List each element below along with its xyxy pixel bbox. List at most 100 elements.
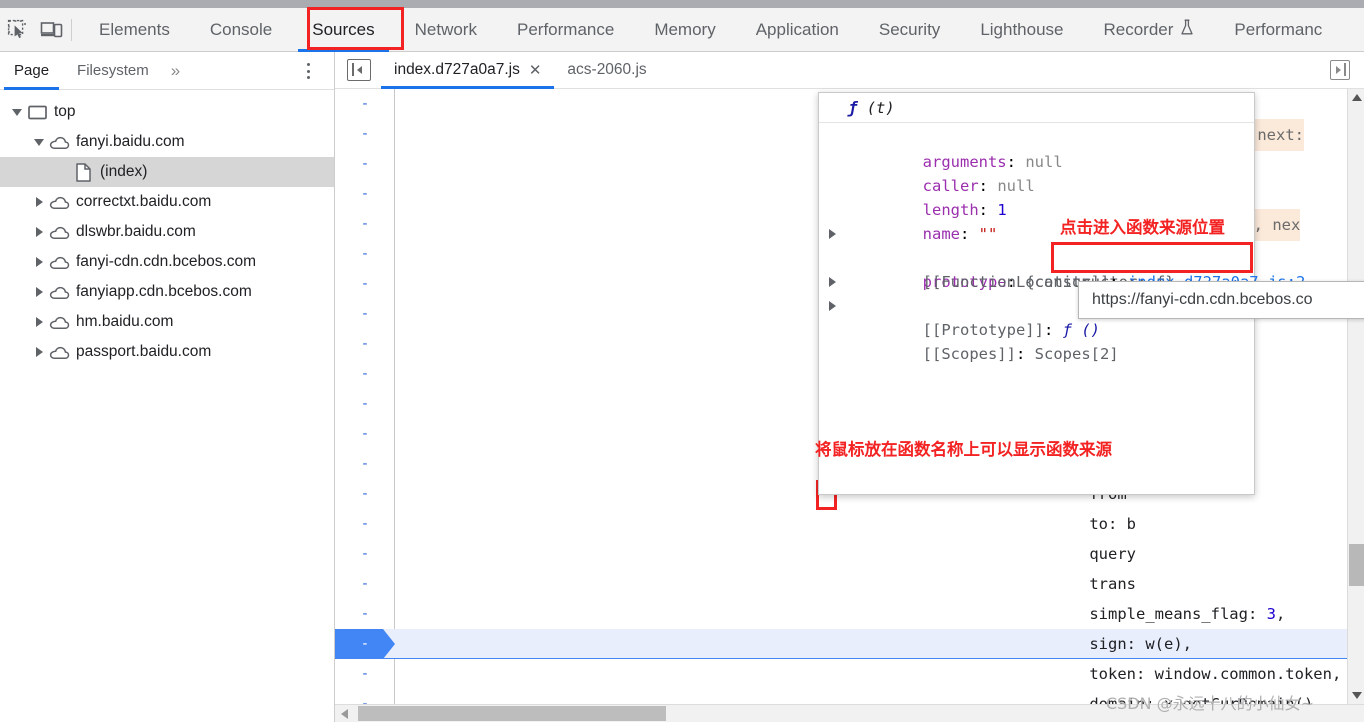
line-marker[interactable]: - (335, 119, 395, 149)
scroll-left-icon[interactable] (335, 705, 353, 722)
code-line[interactable]: - simple_means_flag: 3, (335, 599, 1364, 629)
tree-item-dlswbr-baidu-com[interactable]: dlswbr.baidu.com (0, 217, 334, 247)
inspect-element-icon[interactable] (0, 13, 34, 47)
editor-tab-acs-2060-js[interactable]: acs-2060.js (554, 52, 659, 89)
tab-recorder[interactable]: Recorder (1084, 8, 1215, 52)
line-marker[interactable]: - (335, 479, 395, 509)
code-line-text: to: b (1052, 515, 1136, 533)
tab-performance-insights[interactable]: Performanc (1214, 8, 1342, 52)
tree-item-hm-baidu-com[interactable]: hm.baidu.com (0, 307, 334, 337)
tab-elements[interactable]: Elements (79, 8, 190, 52)
line-marker[interactable]: - (335, 629, 395, 659)
popover-title: ƒ (t) (819, 93, 1254, 123)
tree-item-fanyiapp-cdn-bcebos-com[interactable]: fanyiapp.cdn.bcebos.com (0, 277, 334, 307)
line-marker[interactable]: - (335, 419, 395, 449)
editor-tab-index-js[interactable]: index.d727a0a7.js ✕ (381, 52, 555, 89)
scroll-up-icon[interactable] (1348, 89, 1364, 106)
property-caller[interactable]: caller: null (819, 150, 1254, 195)
tab-application[interactable]: Application (736, 8, 859, 52)
code-line-text: simple_means_flag: 3, (1052, 605, 1286, 623)
cloud-icon (48, 195, 70, 210)
tab-performance-label: Performance (516, 19, 615, 39)
line-marker[interactable]: - (335, 209, 395, 239)
chevron-right-icon[interactable] (829, 229, 836, 239)
line-marker[interactable]: - (335, 299, 395, 329)
show-debugger-sidebar-icon[interactable] (1330, 60, 1350, 80)
chevron-right-icon[interactable] (829, 301, 836, 311)
line-marker[interactable]: - (335, 89, 395, 119)
scroll-down-icon[interactable] (1348, 687, 1364, 704)
tab-console-label: Console (209, 19, 273, 39)
show-navigator-icon[interactable] (347, 59, 371, 81)
code-line[interactable]: - trans (335, 569, 1364, 599)
tree-item-fanyi-baidu-com[interactable]: fanyi.baidu.com (0, 127, 334, 157)
code-line[interactable]: - to: b (335, 509, 1364, 539)
property-arguments[interactable]: arguments: null (819, 126, 1254, 171)
property-length[interactable]: length: 1 (819, 174, 1254, 219)
device-toolbar-icon[interactable] (34, 13, 68, 47)
chevron-right-icon[interactable] (32, 255, 46, 269)
chevron-down-icon[interactable] (32, 135, 46, 149)
horizontal-scrollbar-thumb[interactable] (358, 706, 666, 721)
chevron-right-icon[interactable] (32, 315, 46, 329)
tab-network[interactable]: Network (395, 8, 497, 52)
chevron-right-icon[interactable] (32, 345, 46, 359)
tree-item-label: dlswbr.baidu.com (76, 223, 196, 240)
tab-performance-insights-label: Performanc (1234, 19, 1323, 39)
vertical-scrollbar[interactable] (1347, 89, 1364, 704)
tab-memory[interactable]: Memory (634, 8, 735, 52)
close-icon[interactable]: ✕ (529, 63, 542, 78)
tree-item-top[interactable]: top (0, 97, 334, 127)
tree-item-fanyi-cdn-cdn-bcebos-com[interactable]: fanyi-cdn.cdn.bcebos.com (0, 247, 334, 277)
line-marker[interactable]: - (335, 449, 395, 479)
tab-console[interactable]: Console (190, 8, 292, 52)
tree-item-index[interactable]: (index) (0, 157, 334, 187)
frame-icon (26, 105, 48, 120)
line-marker[interactable]: - (335, 149, 395, 179)
function-glyph-icon: ƒ (848, 99, 858, 117)
line-marker[interactable]: - (335, 239, 395, 269)
cloud-icon (48, 285, 70, 300)
file-tree: top fanyi.baidu.com (index) correctxt.ba… (0, 90, 334, 367)
code-line[interactable]: - query (335, 539, 1364, 569)
chevron-right-icon[interactable] (32, 195, 46, 209)
editor-tabbar: index.d727a0a7.js ✕ acs-2060.js (335, 52, 1364, 89)
line-marker[interactable]: - (335, 509, 395, 539)
line-marker[interactable]: - (335, 569, 395, 599)
tab-security-label: Security (878, 19, 941, 39)
line-marker[interactable]: - (335, 329, 395, 359)
vertical-scrollbar-thumb[interactable] (1349, 544, 1364, 586)
nav-subtab-page[interactable]: Page (0, 52, 63, 90)
property-function-location[interactable]: [[FunctionLocation]]: index.d727a0a7.js:… (819, 246, 1306, 291)
tab-sources-label: Sources (312, 19, 375, 39)
tab-sources[interactable]: Sources (292, 8, 394, 52)
editor-tab-label: acs-2060.js (567, 61, 647, 78)
tree-item-label: correctxt.baidu.com (76, 193, 212, 210)
line-marker[interactable]: - (335, 539, 395, 569)
chevron-right-icon[interactable] (32, 225, 46, 239)
tree-item-passport-baidu-com[interactable]: passport.baidu.com (0, 337, 334, 367)
tab-lighthouse[interactable]: Lighthouse (960, 8, 1083, 52)
line-marker[interactable]: - (335, 599, 395, 629)
line-marker[interactable]: - (335, 359, 395, 389)
devtools-tabbar: Elements Console Sources Network Perform… (0, 8, 1364, 52)
code-line-current[interactable]: - sign: w(e), (335, 629, 1364, 659)
tab-security[interactable]: Security (859, 8, 960, 52)
line-marker[interactable]: - (335, 659, 395, 689)
navigator-overflow-icon[interactable]: » (163, 61, 186, 81)
chevron-down-icon[interactable] (10, 105, 24, 119)
line-marker[interactable]: - (335, 269, 395, 299)
cloud-icon (48, 135, 70, 150)
chevron-right-icon[interactable] (829, 277, 836, 287)
url-tooltip-text: https://fanyi-cdn.cdn.bcebos.co (1092, 291, 1313, 308)
tree-item-correctxt-baidu-com[interactable]: correctxt.baidu.com (0, 187, 334, 217)
tab-performance[interactable]: Performance (497, 8, 634, 52)
tree-item-label: passport.baidu.com (76, 343, 212, 360)
line-marker[interactable]: - (335, 389, 395, 419)
navigator-more-options-icon[interactable] (298, 61, 318, 81)
chevron-right-icon[interactable] (32, 285, 46, 299)
nav-subtab-filesystem[interactable]: Filesystem (63, 52, 163, 90)
code-line[interactable]: - token: window.common.token, (335, 659, 1364, 689)
line-marker[interactable]: - (335, 179, 395, 209)
tab-lighthouse-label: Lighthouse (980, 19, 1064, 39)
